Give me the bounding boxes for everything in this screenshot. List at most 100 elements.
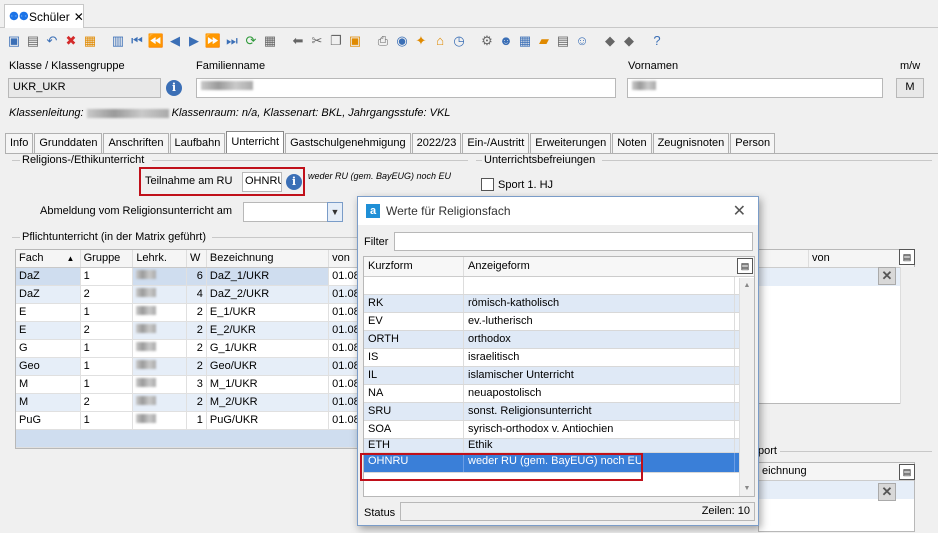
table-row[interactable]: Geo 1 2 Geo/UKR 01.08 bbox=[16, 358, 359, 376]
list-icon[interactable]: ▥ bbox=[109, 32, 127, 50]
column-header-bezeichnung[interactable]: Bezeichnung bbox=[207, 250, 330, 267]
lightbulb-icon[interactable]: ✦ bbox=[412, 32, 430, 50]
cell-gruppe[interactable]: 2 bbox=[80, 394, 134, 411]
last-record-icon[interactable]: ⏭ bbox=[223, 32, 241, 50]
list-item[interactable]: EV ev.-lutherisch bbox=[364, 313, 754, 331]
delete-row-icon[interactable]: ✕ bbox=[878, 267, 896, 285]
cell-gruppe[interactable]: 2 bbox=[80, 322, 134, 339]
tab-person[interactable]: Person bbox=[730, 133, 776, 153]
tab-laufbahn[interactable]: Laufbahn bbox=[169, 133, 226, 153]
tab-zeugnisnoten[interactable]: Zeugnisnoten bbox=[652, 133, 730, 153]
table-row[interactable]: PuG 1 1 PuG/UKR 01.08 bbox=[16, 412, 359, 430]
grid-icon[interactable]: ▦ bbox=[261, 32, 279, 50]
new-icon[interactable]: ▣ bbox=[5, 32, 23, 50]
column-header-von[interactable]: von bbox=[329, 250, 359, 267]
sport-checkbox[interactable] bbox=[481, 178, 494, 191]
prev-record-icon[interactable]: ◀ bbox=[166, 32, 184, 50]
folder-icon[interactable]: ▰ bbox=[535, 32, 553, 50]
gender-field[interactable]: M bbox=[896, 78, 924, 98]
settings-icon[interactable]: ⚙ bbox=[478, 32, 496, 50]
user-icon[interactable]: ☻ bbox=[497, 32, 515, 50]
scroll-up-icon[interactable]: ▲ bbox=[740, 282, 754, 289]
person-card-icon[interactable]: ☺ bbox=[573, 32, 591, 50]
list-item[interactable]: NA neuapostolisch bbox=[364, 385, 754, 403]
diamond-icon[interactable]: ◆ bbox=[601, 32, 619, 50]
cell-gruppe[interactable]: 1 bbox=[80, 340, 134, 357]
list-item[interactable]: IL islamischer Unterricht bbox=[364, 367, 754, 385]
lastname-field[interactable] bbox=[196, 78, 616, 98]
info-icon[interactable]: i bbox=[286, 174, 302, 190]
list-item[interactable]: RK römisch-katholisch bbox=[364, 295, 754, 313]
note-icon[interactable]: ▤ bbox=[554, 32, 572, 50]
column-chooser-icon[interactable]: ▤ bbox=[737, 258, 753, 274]
list-item[interactable]: ETH Ethik bbox=[364, 439, 754, 453]
broom-icon[interactable]: ⌂ bbox=[431, 32, 449, 50]
next-page-icon[interactable]: ⏩ bbox=[204, 32, 222, 50]
preview-icon[interactable]: ◉ bbox=[393, 32, 411, 50]
column-chooser-icon[interactable]: ▤ bbox=[899, 464, 915, 480]
copy-icon[interactable]: ❐ bbox=[327, 32, 345, 50]
scrollbar[interactable] bbox=[900, 267, 915, 404]
column-header-bezeichnung-right[interactable]: eichnung bbox=[759, 463, 914, 481]
withdrawal-date-field[interactable] bbox=[243, 202, 329, 222]
tab-schueler[interactable]: ⚉⚉ Schüler ✕ bbox=[4, 4, 84, 28]
first-record-icon[interactable]: ⏮ bbox=[128, 32, 146, 50]
list-item[interactable]: IS israelitisch bbox=[364, 349, 754, 367]
print-icon[interactable]: ⎙ bbox=[374, 32, 392, 50]
filter-input[interactable] bbox=[394, 232, 753, 251]
column-header-w[interactable]: W bbox=[187, 250, 207, 267]
info-icon[interactable]: i bbox=[166, 80, 182, 96]
scrollbar[interactable]: ▲ ▼ bbox=[739, 278, 754, 496]
table-row-new[interactable] bbox=[16, 430, 359, 448]
scroll-down-icon[interactable]: ▼ bbox=[740, 485, 754, 492]
next-record-icon[interactable]: ▶ bbox=[185, 32, 203, 50]
list-item[interactable]: SRU sonst. Religionsunterricht bbox=[364, 403, 754, 421]
help-icon[interactable]: ? bbox=[648, 32, 666, 50]
cell-gruppe[interactable]: 2 bbox=[80, 286, 134, 303]
table-row[interactable]: M 1 3 M_1/UKR 01.08 bbox=[16, 376, 359, 394]
column-header-kurzform[interactable]: Kurzform bbox=[364, 257, 464, 276]
participation-field[interactable]: OHNRU bbox=[242, 172, 282, 192]
undo-icon[interactable]: ↶ bbox=[43, 32, 61, 50]
diamond-2-icon[interactable]: ◆ bbox=[620, 32, 638, 50]
chevron-down-icon[interactable]: ▼ bbox=[327, 202, 343, 222]
table-icon[interactable]: ▦ bbox=[516, 32, 534, 50]
table-row[interactable]: E 2 2 E_2/UKR 01.08 bbox=[16, 322, 359, 340]
table-row[interactable]: DaZ 1 6 DaZ_1/UKR 01.08 bbox=[16, 268, 359, 286]
cut-icon[interactable]: ✂ bbox=[308, 32, 326, 50]
firstname-field[interactable] bbox=[627, 78, 883, 98]
list-item[interactable]: ORTH orthodox bbox=[364, 331, 754, 349]
tab-grunddaten[interactable]: Grunddaten bbox=[34, 133, 103, 153]
close-icon[interactable]: ✕ bbox=[733, 201, 746, 221]
refresh-icon[interactable]: ⟳ bbox=[242, 32, 260, 50]
class-field[interactable]: UKR_UKR bbox=[8, 78, 161, 98]
arrow-left-icon[interactable]: ⬅ bbox=[289, 32, 307, 50]
cell-gruppe[interactable]: 1 bbox=[80, 412, 134, 429]
cell-gruppe[interactable]: 1 bbox=[80, 268, 134, 285]
table-row[interactable]: E 1 2 E_1/UKR 01.08 bbox=[16, 304, 359, 322]
prev-page-icon[interactable]: ⏪ bbox=[147, 32, 165, 50]
column-header-von-right[interactable]: von bbox=[809, 250, 833, 267]
tab-unterricht[interactable]: Unterricht bbox=[226, 131, 285, 153]
table-row[interactable]: G 1 2 G_1/UKR 01.08 bbox=[16, 340, 359, 358]
tab-erweiterungen[interactable]: Erweiterungen bbox=[530, 133, 612, 153]
delete-row-icon[interactable]: ✕ bbox=[878, 483, 896, 501]
table-row[interactable]: DaZ 2 4 DaZ_2/UKR 01.08 bbox=[16, 286, 359, 304]
column-header-anzeigeform[interactable]: Anzeigeform bbox=[464, 257, 735, 276]
column-header-fach[interactable]: Fach ▲ bbox=[16, 250, 81, 267]
delete-record-icon[interactable]: ▦ bbox=[81, 32, 99, 50]
tab-info[interactable]: Info bbox=[5, 133, 34, 153]
delete-icon[interactable]: ✖ bbox=[62, 32, 80, 50]
column-header-gruppe[interactable]: Gruppe bbox=[81, 250, 134, 267]
column-chooser-icon[interactable]: ▤ bbox=[899, 249, 915, 265]
cell-gruppe[interactable]: 1 bbox=[80, 358, 134, 375]
tab-noten[interactable]: Noten bbox=[612, 133, 652, 153]
column-header-lehrkraft[interactable]: Lehrk. bbox=[133, 250, 187, 267]
list-item[interactable]: SOA syrisch-orthodox v. Antiochien bbox=[364, 421, 754, 439]
cell-gruppe[interactable]: 1 bbox=[80, 376, 134, 393]
tab-anschriften[interactable]: Anschriften bbox=[103, 133, 169, 153]
save-icon[interactable]: ▤ bbox=[24, 32, 42, 50]
table-row[interactable]: M 2 2 M_2/UKR 01.08 bbox=[16, 394, 359, 412]
paste-icon[interactable]: ▣ bbox=[346, 32, 364, 50]
list-item[interactable] bbox=[364, 277, 754, 295]
